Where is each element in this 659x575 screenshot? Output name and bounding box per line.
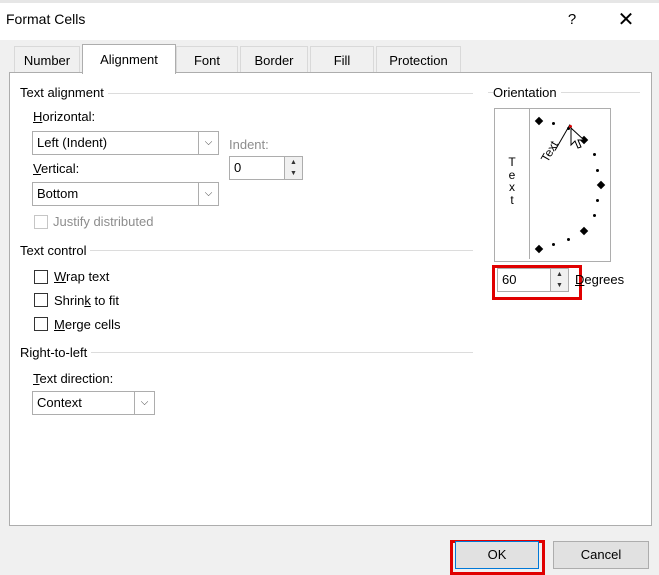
horizontal-select[interactable]: Left (Indent) ⌵ [32, 131, 219, 155]
merge-cells-checkbox[interactable] [34, 317, 48, 331]
indent-spin-arrows[interactable]: ▲ ▼ [284, 157, 302, 179]
tab-alignment[interactable]: Alignment [82, 44, 176, 74]
degrees-spin-arrows[interactable]: ▲ ▼ [550, 269, 568, 291]
dial-dot [593, 153, 596, 156]
vertical-text-letter: t [510, 192, 514, 207]
tab-number[interactable]: Number [14, 46, 80, 73]
chevron-down-icon[interactable]: ⌵ [198, 132, 218, 154]
horizontal-value: Left (Indent) [37, 135, 108, 150]
text-direction-value: Context [37, 395, 82, 410]
tab-fill[interactable]: Fill [310, 46, 374, 73]
close-icon[interactable]: ✕ [612, 8, 640, 32]
dial-dot [596, 199, 599, 202]
text-control-heading: Text control [20, 243, 91, 258]
tab-border[interactable]: Border [240, 46, 308, 73]
text-direction-label: Text direction: [33, 371, 114, 386]
indent-label: Indent: [229, 137, 269, 152]
vertical-value: Bottom [37, 186, 79, 201]
dial-dot [567, 238, 570, 241]
orientation-separator [529, 109, 530, 259]
merge-cells-label[interactable]: Merge cells [54, 317, 120, 332]
text-direction-select[interactable]: Context ⌵ [32, 391, 155, 415]
chevron-down-icon[interactable]: ⌵ [134, 392, 154, 414]
justify-distributed-label: Justify distributed [53, 214, 154, 229]
dial-dot [552, 122, 555, 125]
text-alignment-heading: Text alignment [20, 85, 108, 100]
orientation-heading: Orientation [493, 85, 561, 100]
dial-dot [552, 243, 555, 246]
tab-protection[interactable]: Protection [376, 46, 461, 73]
vertical-text-sample: T e x t [508, 156, 516, 206]
vertical-label: Vertical: [33, 161, 80, 176]
right-to-left-heading: Right-to-left [20, 345, 92, 360]
vertical-text-letter: x [509, 180, 515, 194]
shrink-to-fit-checkbox[interactable] [34, 293, 48, 307]
cancel-button[interactable]: Cancel [553, 541, 649, 569]
indent-value: 0 [234, 160, 242, 175]
window-title: Format Cells [6, 11, 86, 27]
degrees-value[interactable]: 60 [502, 272, 516, 287]
chevron-down-icon[interactable]: ⌵ [198, 183, 218, 205]
degrees-label: Degrees [575, 272, 625, 287]
indent-spinner[interactable]: 0 ▲ ▼ [229, 156, 303, 180]
vertical-select[interactable]: Bottom ⌵ [32, 182, 219, 206]
dial-dot [593, 214, 596, 217]
help-icon[interactable]: ? [560, 8, 584, 32]
spin-down-icon[interactable]: ▼ [285, 168, 302, 179]
tab-font[interactable]: Font [176, 46, 238, 73]
vertical-text-letter: T [508, 155, 516, 169]
ok-button[interactable]: OK [455, 541, 539, 569]
spreadsheet-edge [0, 0, 659, 3]
dial-dot [596, 169, 599, 172]
degrees-spinner[interactable]: 60 ▲ ▼ [497, 268, 569, 292]
spin-down-icon[interactable]: ▼ [551, 280, 568, 291]
mouse-pointer-icon [570, 127, 586, 149]
justify-distributed-checkbox[interactable] [34, 215, 48, 229]
wrap-text-checkbox[interactable] [34, 270, 48, 284]
wrap-text-label[interactable]: Wrap text [54, 269, 109, 284]
shrink-to-fit-label[interactable]: Shrink to fit [54, 293, 119, 308]
horizontal-label: Horizontal: [33, 109, 96, 124]
